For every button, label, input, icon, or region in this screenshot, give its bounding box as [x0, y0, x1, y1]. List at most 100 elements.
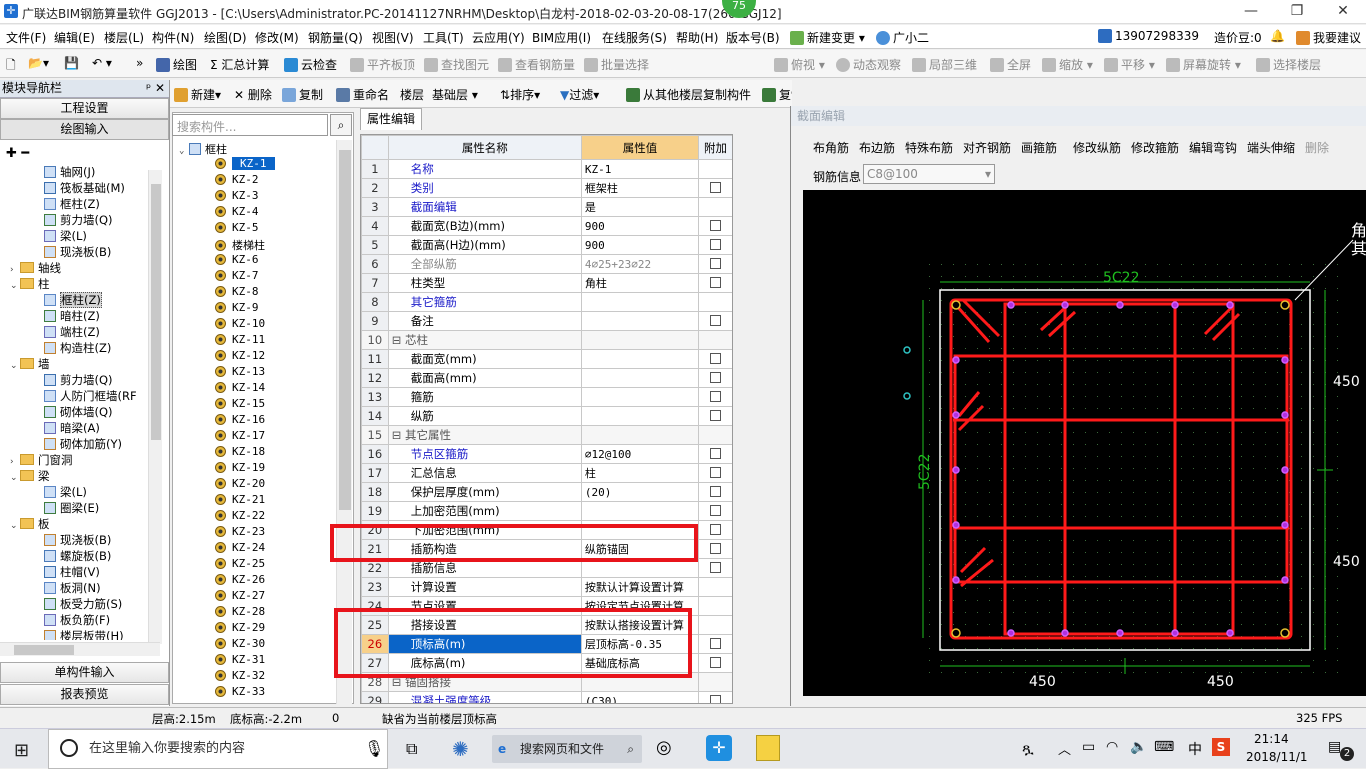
edit-hook-button[interactable]: 编辑弯钩 — [1189, 139, 1237, 156]
cloud-check-button[interactable]: 云检查 — [284, 56, 337, 73]
edge-bar[interactable] — [1061, 301, 1069, 309]
microphone-icon[interactable]: 🎙 — [364, 739, 384, 758]
edge-bar[interactable] — [1171, 629, 1179, 637]
corner-bar[interactable] — [1280, 628, 1290, 638]
menu-bim[interactable]: BIM应用(I) — [532, 29, 591, 46]
component-item[interactable]: KZ-27 — [215, 589, 265, 602]
tab-property-edit[interactable]: 属性编辑 — [360, 108, 422, 130]
extra-checkbox[interactable] — [710, 315, 722, 326]
batch-select-button[interactable]: 批量选择 — [584, 56, 649, 73]
filter-button[interactable]: ▼过滤▾ — [560, 86, 599, 103]
nav-tree-item[interactable]: 现浇板(B) — [44, 244, 111, 260]
floor-select[interactable]: 基础层 ▾ — [432, 86, 478, 103]
menu-modify[interactable]: 修改(M) — [255, 29, 299, 46]
component-item[interactable]: KZ-22 — [215, 509, 265, 522]
expand-arrow-icon[interactable]: ⌄ — [10, 361, 20, 371]
nav-tree-item[interactable]: 框柱(Z) — [44, 196, 100, 212]
corner-bar[interactable] — [1280, 300, 1290, 310]
special-rebar-button[interactable]: 特殊布筋 — [905, 139, 953, 156]
property-value[interactable] — [580, 425, 700, 445]
component-item[interactable]: KZ-20 — [215, 477, 265, 490]
property-row[interactable]: 29 混凝土强度等级 (C30) — [361, 691, 732, 703]
menu-cloud[interactable]: 云应用(Y) — [472, 29, 525, 46]
nav-tree-item[interactable]: 剪力墙(Q) — [44, 372, 113, 388]
delete-component-button[interactable]: ✕ 删除 — [234, 86, 272, 103]
property-value[interactable]: (20) — [580, 482, 700, 502]
edge-bar[interactable] — [1116, 301, 1124, 309]
expand-arrow-icon[interactable]: › — [10, 265, 20, 275]
pan-button[interactable]: 平移 ▾ — [1104, 56, 1155, 73]
nav-tree-item[interactable]: › 轴线 — [10, 260, 61, 276]
component-item[interactable]: KZ-6 — [215, 253, 259, 266]
keyboard-icon[interactable]: ⌨ — [1154, 739, 1174, 755]
component-item[interactable]: KZ-31 — [215, 653, 265, 666]
rotate-screen-button[interactable]: 屏幕旋转 ▾ — [1166, 56, 1241, 73]
component-item[interactable]: KZ-9 — [215, 301, 259, 314]
property-value[interactable]: ⌀12@100 — [580, 444, 700, 464]
extra-checkbox[interactable] — [710, 467, 722, 478]
expand-arrow-icon[interactable]: › — [10, 457, 20, 467]
bell-icon[interactable]: 🔔 — [1270, 29, 1285, 43]
nav-pin-close[interactable]: ᵖ ✕ — [146, 80, 169, 97]
close-button[interactable]: ✕ — [1320, 0, 1366, 24]
property-value[interactable]: 框架柱 — [580, 178, 700, 198]
component-item[interactable]: KZ-19 — [215, 461, 265, 474]
undo-icon[interactable]: ↶ ▾ — [92, 56, 112, 70]
nav-tree-item[interactable]: 板洞(N) — [44, 580, 101, 596]
extra-checkbox[interactable] — [710, 239, 722, 250]
component-item[interactable]: KZ-7 — [215, 269, 259, 282]
component-root[interactable]: ⌄ 框柱 — [179, 141, 227, 157]
expand-arrow-icon[interactable]: ⌄ — [10, 473, 20, 483]
nav-tree-item[interactable]: 暗梁(A) — [44, 420, 100, 436]
property-row[interactable]: 14 纵筋 — [361, 406, 732, 426]
menu-version[interactable]: 版本号(B) — [726, 29, 780, 46]
edge-bar[interactable] — [1226, 301, 1234, 309]
zoom-button[interactable]: 缩放 ▾ — [1042, 56, 1093, 73]
save-icon[interactable]: 💾 — [64, 56, 79, 70]
menu-new-change[interactable]: 新建变更 ▾ — [790, 29, 865, 46]
component-item[interactable]: KZ-18 — [215, 445, 265, 458]
sum-calc-button[interactable]: Σ 汇总计算 — [210, 56, 269, 73]
edge-bar[interactable] — [952, 411, 960, 419]
property-value[interactable]: 角柱 — [580, 273, 700, 293]
search-icon[interactable]: ⌕ — [330, 114, 352, 136]
extra-checkbox[interactable] — [710, 695, 722, 703]
single-component-input-button[interactable]: 单构件输入 — [0, 662, 169, 683]
fullscreen-button[interactable]: 全屏 — [990, 56, 1031, 73]
property-row[interactable]: 1 名称 KZ-1 — [361, 159, 732, 179]
nav-tree-item[interactable]: 梁(L) — [44, 484, 87, 500]
view-rebar-qty-button[interactable]: 查看钢筋量 — [498, 56, 575, 73]
sogou-ime-icon[interactable]: S — [1212, 738, 1230, 756]
menu-component[interactable]: 构件(N) — [152, 29, 194, 46]
component-search-input[interactable]: 搜索构件... — [172, 114, 328, 136]
modify-long-rebar-button[interactable]: 修改纵筋 — [1073, 139, 1121, 156]
section-drawing[interactable]: 角 其 5C22 5C22 450 450 450 450 — [803, 190, 1366, 696]
nav-tree-item[interactable]: 螺旋板(B) — [44, 548, 111, 564]
account-menu[interactable]: 13907298339 — [1098, 29, 1199, 43]
nav-tree-item[interactable]: ⌄ 梁 — [10, 468, 50, 484]
property-value[interactable]: (C30) — [580, 691, 700, 703]
wifi-icon[interactable]: ◠ — [1106, 739, 1118, 755]
component-item[interactable]: KZ-25 — [215, 557, 265, 570]
open-file-icon[interactable]: 📂▾ — [28, 56, 49, 70]
copy-component-button[interactable]: 复制 — [282, 86, 323, 103]
component-item[interactable]: KZ-30 — [215, 637, 265, 650]
price-beans[interactable]: 造价豆:0 — [1214, 29, 1262, 46]
edge-bar[interactable] — [952, 356, 960, 364]
edge-bar[interactable] — [1281, 576, 1289, 584]
cortana-icon[interactable] — [60, 739, 78, 757]
property-value[interactable]: 900 — [580, 216, 700, 236]
new-file-icon[interactable]: 🗋 — [6, 56, 16, 77]
nav-tree-item[interactable]: ⌄ 板 — [10, 516, 50, 532]
edge-bar[interactable] — [1281, 521, 1289, 529]
extra-checkbox[interactable] — [710, 657, 722, 668]
align-rebar-button[interactable]: 对齐钢筋 — [963, 139, 1011, 156]
property-row[interactable]: 23 计算设置 按默认计算设置计算 — [361, 577, 732, 597]
overflow-icon[interactable]: » — [136, 56, 143, 70]
web-search-box[interactable]: 搜索网页和文件 e ⌕ — [492, 735, 642, 763]
volume-icon[interactable]: 🔈 — [1130, 739, 1147, 755]
collapse-arrow-icon[interactable]: ⌄ — [179, 146, 189, 156]
draw-input-button[interactable]: 绘图输入 — [0, 119, 169, 140]
nav-tree-item[interactable]: 构造柱(Z) — [44, 340, 111, 356]
component-item[interactable]: KZ-13 — [215, 365, 265, 378]
